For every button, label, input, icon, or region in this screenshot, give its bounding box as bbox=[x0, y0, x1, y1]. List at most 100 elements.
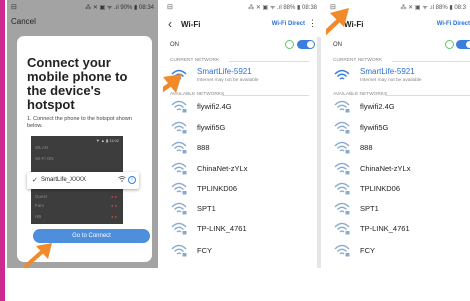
network-list-item[interactable]: flywifi2.4G bbox=[326, 96, 470, 116]
network-name: ChinaNet-zYLx bbox=[360, 164, 411, 173]
phone-screen-wifi-list-back: ⊟ ⁂ ✕ ▣ ᯤ .ıl 88% ▮ 08:3 ‹ Wi-Fi Wi-Fi D… bbox=[326, 0, 470, 268]
wifi-direct-button[interactable]: Wi-Fi Direct bbox=[272, 21, 305, 27]
mini-row: Fam bbox=[35, 203, 44, 208]
hotspot-name: SmartLife_XXXX bbox=[41, 177, 87, 183]
wifi-lock-icon bbox=[334, 141, 350, 156]
status-bar: ⊟ ⁂ ✕ ▣ ᯤ .ıl 90% ▮ 08:34 bbox=[7, 0, 158, 13]
current-network-status: Internet may not be available bbox=[197, 78, 259, 83]
mini-signal-dots: ● ● bbox=[111, 194, 117, 199]
status-icons: ⁂ ✕ ▣ ᯤ .ıl 88% ▮ 08:3 bbox=[400, 4, 467, 11]
more-options-icon[interactable]: ⋮ bbox=[308, 18, 317, 29]
current-network-heading: CURRENT NETWORK bbox=[170, 58, 220, 63]
network-name: TPLINKD06 bbox=[197, 184, 238, 193]
wifi-toggle[interactable] bbox=[297, 40, 315, 49]
wifi-lock-icon bbox=[171, 141, 187, 156]
page-title: Wi-Fi bbox=[181, 20, 201, 29]
network-name: TP-LINK_4761 bbox=[197, 224, 247, 233]
arrow-pointer-icon bbox=[24, 243, 52, 268]
check-icon: ✓ bbox=[32, 177, 38, 184]
info-icon: i bbox=[128, 176, 136, 184]
mini-row: HB bbox=[35, 214, 42, 219]
wifi-lock-icon bbox=[171, 162, 187, 177]
network-list-item[interactable]: TP-LINK_4761 bbox=[326, 218, 470, 238]
back-arrow-icon[interactable]: ‹ bbox=[168, 17, 172, 31]
notification-icon: ⊟ bbox=[167, 3, 173, 11]
network-name: flywifi5G bbox=[360, 123, 389, 132]
current-network-name: SmartLife-5921 bbox=[360, 67, 415, 76]
wifi-toggle-row[interactable]: ON bbox=[326, 37, 470, 53]
arrow-pointer-icon bbox=[326, 8, 349, 36]
status-icons: ⁂ ✕ ▣ ᯤ .ıl 90% ▮ 08:34 bbox=[85, 4, 154, 11]
divider bbox=[229, 61, 309, 62]
scanning-icon bbox=[285, 40, 294, 49]
network-list-item[interactable]: ChinaNet-zYLx bbox=[326, 158, 470, 178]
wifi-lock-icon bbox=[334, 244, 350, 259]
mini-status: ▼ ▲ ▮ 11:02 bbox=[95, 138, 119, 143]
network-list-item[interactable]: FCY bbox=[163, 240, 321, 260]
network-name: flywifi2.4G bbox=[360, 102, 395, 111]
status-bar: ⊟ ⁂ ✕ ▣ ᯤ .ıl 88% ▮ 08:38 bbox=[163, 0, 321, 13]
wifi-header: ‹ Wi-Fi Wi-Fi Direct ⋮ bbox=[163, 13, 321, 37]
network-name: SPT1 bbox=[360, 204, 379, 213]
instruction-text: 1. Connect the phone to the hotspot show… bbox=[27, 116, 132, 129]
network-name: ChinaNet-zYLx bbox=[197, 164, 248, 173]
side-accent-bar bbox=[0, 0, 5, 301]
network-list-item[interactable]: TPLINKD06 bbox=[163, 178, 321, 198]
network-name: SPT1 bbox=[197, 204, 216, 213]
current-network-heading: CURRENT NETWORK bbox=[333, 58, 383, 63]
divider bbox=[392, 61, 470, 62]
arrow-pointer-icon bbox=[163, 74, 182, 93]
wifi-on-label: ON bbox=[333, 42, 342, 48]
mini-row: Guest bbox=[35, 194, 48, 199]
network-name: TP-LINK_4761 bbox=[360, 224, 410, 233]
network-list-item[interactable]: ChinaNet-zYLx bbox=[163, 158, 321, 178]
wifi-lock-icon bbox=[171, 202, 187, 217]
network-list-item[interactable]: flywifi2.4G bbox=[163, 96, 321, 116]
current-network-item[interactable]: SmartLife-5921 Internet may not be avail… bbox=[163, 64, 321, 90]
network-name: flywifi5G bbox=[197, 123, 226, 132]
wifi-lock-icon bbox=[171, 222, 187, 237]
wifi-icon bbox=[118, 176, 126, 184]
notification-icon: ⊟ bbox=[11, 3, 17, 11]
wifi-toggle[interactable] bbox=[456, 40, 470, 49]
wifi-on-label: ON bbox=[170, 42, 179, 48]
current-network-name: SmartLife-5921 bbox=[197, 67, 252, 76]
current-network-item[interactable]: SmartLife-5921 Internet may not be avail… bbox=[326, 64, 470, 90]
network-name: FCY bbox=[360, 246, 375, 255]
page-title: Connect your mobile phone to the device'… bbox=[27, 55, 128, 112]
highlighted-network-row: ✓ SmartLife_XXXX i bbox=[27, 172, 139, 189]
mini-row: Wi-Fi ON bbox=[35, 156, 54, 161]
wifi-lock-icon bbox=[334, 162, 350, 177]
phone-screen-hotspot-instructions: ⊟ ⁂ ✕ ▣ ᯤ .ıl 90% ▮ 08:34 Cancel Connect… bbox=[7, 0, 158, 268]
current-network-status: Internet may not be available bbox=[360, 78, 422, 83]
network-list-item[interactable]: flywifi5G bbox=[326, 117, 470, 137]
phone-screen-wifi-list: ⊟ ⁂ ✕ ▣ ᯤ .ıl 88% ▮ 08:38 ‹ Wi-Fi Wi-Fi … bbox=[163, 0, 321, 268]
wifi-lock-icon bbox=[334, 202, 350, 217]
network-list-item[interactable]: FCY bbox=[326, 240, 470, 260]
network-list-item[interactable]: 888 bbox=[163, 137, 321, 157]
wifi-signal-icon bbox=[334, 69, 350, 84]
scanning-icon bbox=[445, 40, 454, 49]
wifi-lock-icon bbox=[334, 182, 350, 197]
network-name: flywifi2.4G bbox=[197, 102, 232, 111]
network-name: TPLINKD06 bbox=[360, 184, 401, 193]
status-icons: ⁂ ✕ ▣ ᯤ .ıl 88% ▮ 08:38 bbox=[248, 4, 317, 11]
wifi-lock-icon bbox=[171, 244, 187, 259]
network-list-item[interactable]: SPT1 bbox=[163, 198, 321, 218]
wifi-lock-icon bbox=[334, 121, 350, 136]
cancel-button[interactable]: Cancel bbox=[11, 17, 36, 26]
network-list-item[interactable]: 888 bbox=[326, 137, 470, 157]
mini-signal-dots: ● ● bbox=[111, 214, 117, 219]
network-list-item[interactable]: TP-LINK_4761 bbox=[163, 218, 321, 238]
network-name: FCY bbox=[197, 246, 212, 255]
wifi-lock-icon bbox=[171, 121, 187, 136]
wifi-direct-button[interactable]: Wi-Fi Direct bbox=[437, 21, 470, 27]
wifi-lock-icon bbox=[334, 222, 350, 237]
wifi-toggle-row[interactable]: ON bbox=[163, 37, 321, 53]
network-list-item[interactable]: TPLINKD06 bbox=[326, 178, 470, 198]
mini-row: WLAN bbox=[35, 145, 49, 150]
network-name: 888 bbox=[197, 143, 210, 152]
network-list-item[interactable]: SPT1 bbox=[326, 198, 470, 218]
network-list-item[interactable]: flywifi5G bbox=[163, 117, 321, 137]
wifi-lock-icon bbox=[334, 100, 350, 115]
